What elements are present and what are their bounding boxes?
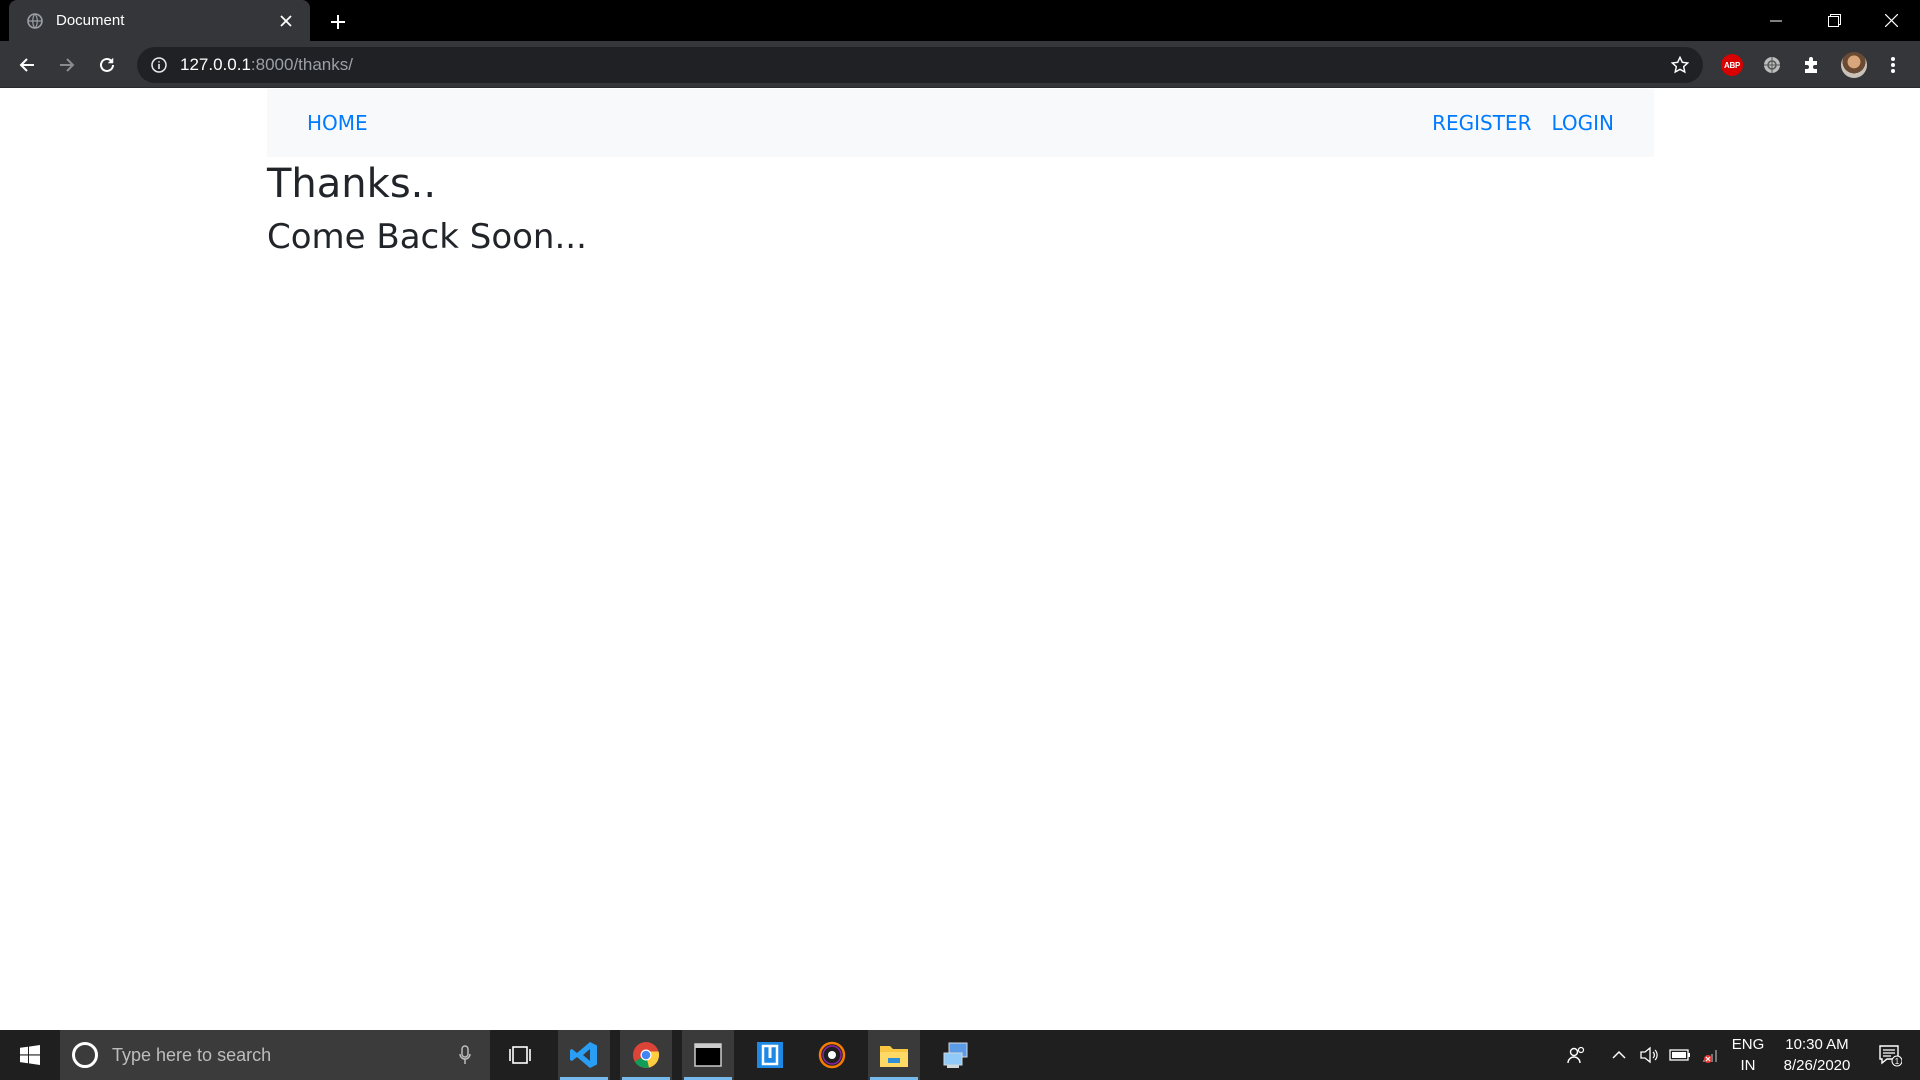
network-app-icon[interactable] [930, 1030, 982, 1080]
vscode-icon[interactable] [558, 1030, 610, 1080]
minimize-icon[interactable] [1747, 0, 1805, 41]
file-explorer-icon[interactable] [868, 1030, 920, 1080]
address-bar[interactable]: 127.0.0.1:8000/thanks/ [137, 47, 1703, 83]
search-placeholder: Type here to search [112, 1044, 272, 1065]
tab-title: Document [56, 12, 125, 29]
chevron-up-icon[interactable] [1604, 1030, 1634, 1080]
notification-count: 1 [1895, 1057, 1900, 1066]
nav-login-link[interactable]: LOGIN [1551, 111, 1614, 135]
plus-icon[interactable] [326, 10, 350, 34]
system-clock[interactable]: 10:30 AM 8/26/2020 [1768, 1034, 1866, 1076]
site-navbar: HOME REGISTER LOGIN [267, 89, 1654, 157]
clock-time: 10:30 AM [1785, 1036, 1849, 1053]
avatar[interactable] [1839, 50, 1869, 80]
info-icon[interactable] [149, 55, 169, 75]
reload-icon[interactable] [92, 50, 122, 80]
page-title: Thanks.. [267, 161, 437, 207]
web-page: HOME REGISTER LOGIN Thanks.. Come Back S… [0, 89, 1920, 1030]
battery-icon[interactable] [1664, 1030, 1696, 1080]
terminal-icon[interactable] [682, 1030, 734, 1080]
star-icon[interactable] [1669, 54, 1691, 76]
nav-home-link[interactable]: HOME [307, 111, 368, 135]
forward-icon[interactable] [52, 50, 82, 80]
back-icon[interactable] [12, 50, 42, 80]
url-host: 127.0.0.1 [180, 55, 251, 74]
media-icon[interactable] [806, 1030, 858, 1080]
browser-tabstrip: Document [0, 0, 1920, 41]
browser-toolbar: 127.0.0.1:8000/thanks/ ABP [0, 41, 1920, 88]
nav-register-link[interactable]: REGISTER [1432, 111, 1531, 135]
restore-icon[interactable] [1805, 0, 1863, 41]
close-window-icon[interactable] [1862, 0, 1920, 41]
people-icon[interactable] [1560, 1030, 1594, 1080]
cortana-icon [72, 1042, 98, 1068]
network-disconnected-icon[interactable] [1696, 1030, 1726, 1080]
language-indicator[interactable]: ENG IN [1728, 1034, 1768, 1076]
task-view-icon[interactable] [494, 1030, 546, 1080]
windows-start-icon[interactable] [0, 1030, 60, 1080]
volume-icon[interactable] [1634, 1030, 1664, 1080]
app-icon[interactable] [744, 1030, 796, 1080]
taskbar-search-box[interactable]: Type here to search [60, 1030, 490, 1080]
close-icon[interactable] [276, 11, 296, 31]
windows-taskbar: Type here to search ENG IN 10:30 AM 8/26… [0, 1030, 1920, 1080]
browser-tab[interactable]: Document [9, 0, 310, 41]
puzzle-icon[interactable] [1800, 53, 1824, 77]
notification-icon[interactable]: 1 [1866, 1030, 1914, 1080]
chrome-icon[interactable] [620, 1030, 672, 1080]
abp-icon[interactable]: ABP [1720, 53, 1744, 77]
microphone-icon[interactable] [456, 1044, 474, 1066]
clock-date: 8/26/2020 [1783, 1057, 1851, 1074]
globe-icon [26, 12, 44, 30]
extension-icon[interactable] [1760, 53, 1784, 77]
kebab-menu-icon[interactable] [1881, 53, 1905, 77]
page-subtitle: Come Back Soon... [267, 217, 587, 257]
url-path: :8000/thanks/ [250, 55, 353, 74]
